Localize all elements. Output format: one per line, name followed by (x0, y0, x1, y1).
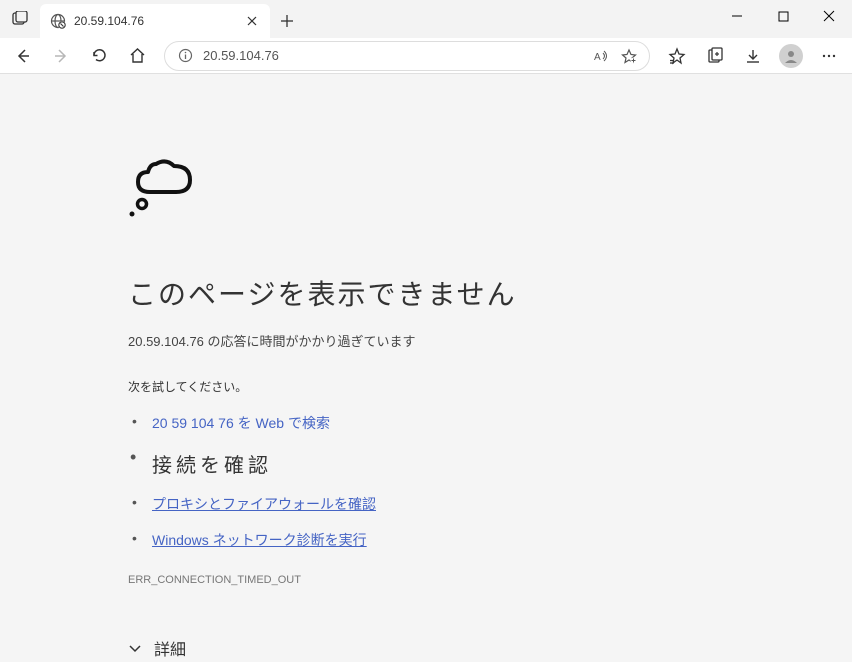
check-connection-link[interactable]: 接続を確認 (152, 455, 272, 477)
window-controls (714, 0, 852, 32)
close-button[interactable] (806, 0, 852, 32)
home-button[interactable] (120, 41, 154, 71)
minimize-button[interactable] (714, 0, 760, 32)
new-tab-button[interactable] (270, 4, 304, 38)
maximize-button[interactable] (760, 0, 806, 32)
site-info-icon[interactable] (175, 46, 195, 66)
tab-close-icon[interactable] (244, 13, 260, 29)
thought-bubble-icon (128, 154, 852, 233)
tab-actions-icon[interactable] (0, 0, 40, 38)
error-title: このページを表示できません (128, 273, 852, 313)
refresh-button[interactable] (82, 41, 116, 71)
suggestion-proxy: プロキシとファイアウォールを確認 (128, 494, 852, 514)
error-code: ERR_CONNECTION_TIMED_OUT (128, 574, 852, 586)
favorites-button[interactable] (660, 41, 694, 71)
favorite-icon[interactable] (619, 46, 639, 66)
address-bar[interactable]: 20.59.104.76 A (164, 41, 650, 71)
suggestion-connection: 接続を確認 (128, 449, 852, 478)
downloads-button[interactable] (736, 41, 770, 71)
chevron-down-icon (128, 641, 142, 655)
avatar-icon (779, 44, 803, 68)
details-label: 詳細 (154, 636, 186, 660)
address-text[interactable]: 20.59.104.76 (203, 48, 583, 63)
proxy-firewall-link[interactable]: プロキシとファイアウォールを確認 (152, 496, 376, 512)
read-aloud-icon[interactable]: A (591, 46, 611, 66)
browser-tab[interactable]: 20.59.104.76 (40, 4, 270, 38)
suggestion-list: 20 59 104 76 を Web で検索 接続を確認 プロキシとファイアウォ… (128, 413, 852, 550)
network-diagnostics-link[interactable]: Windows ネットワーク診断を実行 (152, 532, 367, 548)
suggestion-search: 20 59 104 76 を Web で検索 (128, 413, 852, 433)
details-toggle[interactable]: 詳細 (128, 636, 852, 660)
search-web-link[interactable]: 20 59 104 76 を Web で検索 (152, 415, 330, 431)
menu-button[interactable] (812, 41, 846, 71)
suggestion-diag: Windows ネットワーク診断を実行 (128, 530, 852, 550)
collections-button[interactable] (698, 41, 732, 71)
back-button[interactable] (6, 41, 40, 71)
try-label: 次を試してください。 (128, 378, 852, 395)
profile-button[interactable] (774, 41, 808, 71)
forward-button (44, 41, 78, 71)
toolbar: 20.59.104.76 A (0, 38, 852, 74)
tab-favicon-error-icon (50, 13, 66, 29)
error-subtitle: 20.59.104.76 の応答に時間がかかり過ぎています (128, 331, 852, 350)
tab-title: 20.59.104.76 (74, 14, 236, 28)
svg-text:A: A (594, 52, 601, 63)
titlebar: 20.59.104.76 (0, 0, 852, 38)
error-page: このページを表示できません 20.59.104.76 の応答に時間がかかり過ぎて… (0, 74, 852, 662)
